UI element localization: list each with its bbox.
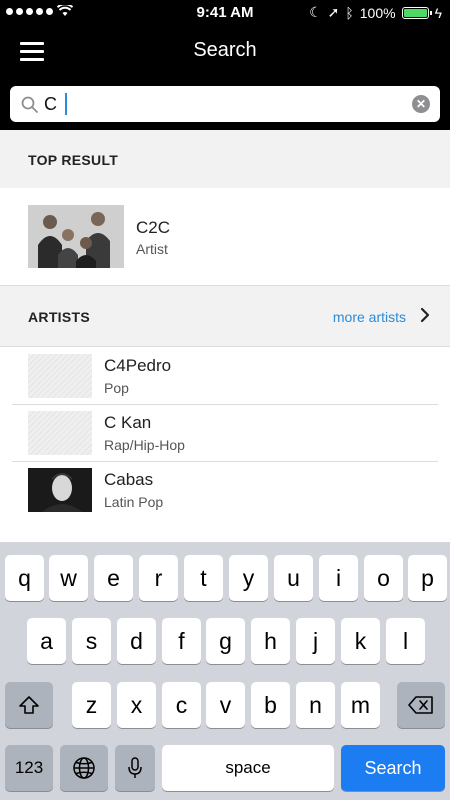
page-title: Search (193, 39, 257, 61)
artists-label: ARTISTS (28, 309, 90, 325)
battery-icon (401, 6, 432, 19)
shift-key[interactable] (5, 682, 53, 728)
moon-icon: ☾ (309, 4, 322, 20)
key-o[interactable]: o (364, 555, 403, 601)
key-g[interactable]: g (206, 618, 245, 664)
search-box[interactable]: ✕ (10, 86, 440, 122)
artist-row[interactable]: C Kan Rap/Hip-Hop (12, 405, 438, 462)
globe-key[interactable] (60, 745, 108, 791)
key-v[interactable]: v (206, 682, 245, 728)
artist-photo (28, 468, 92, 512)
shift-icon (19, 696, 39, 714)
artist-placeholder-image (28, 411, 92, 455)
top-result-photo (28, 205, 124, 268)
key-r[interactable]: r (139, 555, 178, 601)
microphone-icon (128, 757, 142, 778)
chevron-right-icon[interactable] (420, 307, 430, 323)
status-right: ☾ ➚ ᛒ 100% ϟ (309, 4, 442, 21)
key-l[interactable]: l (386, 618, 425, 664)
search-icon (21, 96, 38, 113)
key-b[interactable]: b (251, 682, 290, 728)
text-cursor (65, 93, 67, 115)
top-result-subtitle: Artist (136, 241, 168, 257)
location-icon: ➚ (327, 4, 340, 20)
globe-icon (73, 757, 95, 779)
artist-name: Cabas (104, 470, 154, 489)
key-p[interactable]: p (408, 555, 447, 601)
artist-row[interactable]: Cabas Latin Pop (12, 462, 438, 519)
artist-genre: Rap/Hip-Hop (104, 437, 185, 453)
key-s[interactable]: s (72, 618, 111, 664)
top-result-header: TOP RESULT (0, 130, 450, 188)
key-t[interactable]: t (184, 555, 223, 601)
artist-genre: Latin Pop (104, 494, 164, 510)
key-n[interactable]: n (296, 682, 335, 728)
key-e[interactable]: e (94, 555, 133, 601)
search-input[interactable] (44, 90, 404, 118)
artist-name: C Kan (104, 413, 152, 432)
delete-key[interactable] (397, 682, 445, 728)
key-k[interactable]: k (341, 618, 380, 664)
backspace-icon (408, 696, 433, 714)
key-u[interactable]: u (274, 555, 313, 601)
key-w[interactable]: w (49, 555, 88, 601)
key-d[interactable]: d (117, 618, 156, 664)
top-result-label: TOP RESULT (28, 152, 119, 168)
artist-genre: Pop (104, 380, 129, 396)
artist-row[interactable]: C4Pedro Pop (12, 348, 438, 405)
key-c[interactable]: c (162, 682, 201, 728)
key-q[interactable]: q (5, 555, 44, 601)
bluetooth-icon: ᛒ (345, 4, 354, 21)
charging-icon: ϟ (434, 4, 442, 21)
clear-icon[interactable]: ✕ (412, 95, 430, 113)
search-key[interactable]: Search (341, 745, 445, 791)
artist-placeholder-image (28, 354, 92, 398)
top-result-item[interactable]: C2C Artist (0, 188, 450, 285)
key-y[interactable]: y (229, 555, 268, 601)
key-i[interactable]: i (319, 555, 358, 601)
key-z[interactable]: z (72, 682, 111, 728)
space-key[interactable]: space (162, 745, 334, 791)
search-area: ✕ (0, 78, 450, 130)
numbers-key[interactable]: 123 (5, 745, 53, 791)
key-m[interactable]: m (341, 682, 380, 728)
battery-percent: 100% (359, 4, 396, 21)
keyboard: q w e r t y u i o p a s d f g h j k l z … (0, 542, 450, 800)
artists-header: ARTISTS more artists (0, 285, 450, 347)
key-h[interactable]: h (251, 618, 290, 664)
key-a[interactable]: a (27, 618, 66, 664)
status-bar: 9:41 AM ☾ ➚ ᛒ 100% ϟ (0, 0, 450, 26)
artist-name: C4Pedro (104, 356, 172, 375)
microphone-key[interactable] (115, 745, 155, 791)
more-artists-link[interactable]: more artists (333, 309, 406, 325)
key-f[interactable]: f (162, 618, 201, 664)
key-x[interactable]: x (117, 682, 156, 728)
nav-bar: Search (0, 26, 450, 78)
top-result-title: C2C (136, 218, 171, 237)
key-j[interactable]: j (296, 618, 335, 664)
